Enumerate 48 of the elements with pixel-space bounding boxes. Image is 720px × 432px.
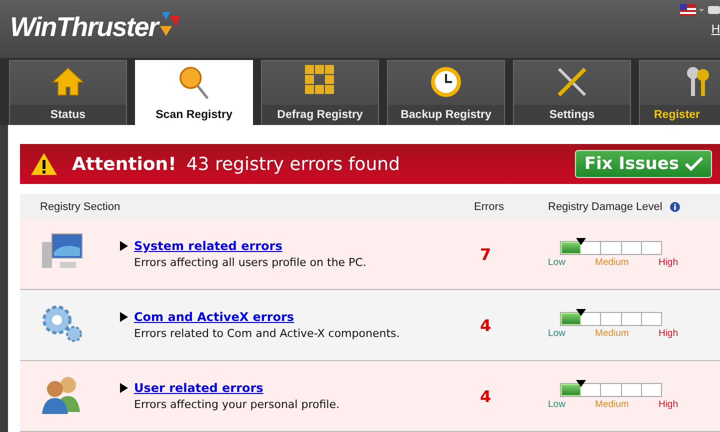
error-count: 7 (479, 244, 492, 264)
pointer-icon (576, 238, 586, 244)
scale-label: High (658, 256, 678, 268)
alert-message: 43 registry errors found (186, 154, 401, 174)
column-header: Errors (473, 200, 505, 212)
nav-tab[interactable]: Backup Registry (387, 60, 505, 125)
error-count: 4 (479, 386, 492, 406)
column-header: Registry Damage Level (548, 200, 662, 212)
pointer-icon (576, 380, 586, 386)
expand-arrow-icon[interactable] (120, 241, 128, 251)
scale-label: High (658, 328, 678, 338)
magnifier-icon (177, 64, 211, 101)
scale-label: Low (548, 328, 566, 338)
scale-label: Low (548, 398, 566, 410)
expand-arrow-icon[interactable] (120, 312, 128, 322)
clock-icon (429, 64, 463, 99)
scale-label: Medium (595, 328, 629, 338)
pointer-icon (576, 308, 586, 316)
nav-tab[interactable]: Defrag Registry (261, 60, 379, 125)
section-link[interactable]: System related errors (134, 239, 282, 253)
help-link[interactable]: H (711, 22, 720, 36)
section-description: Errors affecting your personal profile. (133, 398, 340, 411)
nav-tab[interactable]: Register (639, 60, 720, 125)
expand-arrow-icon[interactable] (120, 383, 128, 393)
app-logo: WinThruster (10, 12, 158, 43)
section-description: Errors affecting all users profile on the PC. (133, 256, 368, 269)
tools-icon (555, 64, 589, 99)
scale-label: Medium (595, 398, 629, 410)
scale-label: High (658, 398, 678, 410)
warning-icon (30, 152, 58, 176)
blocks-icon (305, 64, 335, 95)
fix-issues-button[interactable]: Fix Issues (575, 150, 712, 178)
scale-label: Medium (595, 256, 629, 268)
house-icon (51, 64, 85, 97)
alert-title: Attention! (72, 154, 176, 174)
nav-tab[interactable]: Scan Registry (135, 60, 253, 125)
column-header: Registry Section (39, 200, 122, 212)
info-icon[interactable] (670, 202, 680, 212)
scale-label: Low (548, 256, 566, 268)
error-count: 4 (479, 316, 492, 334)
section-link[interactable]: User related errors (134, 381, 264, 395)
nav-tab[interactable]: Settings (513, 60, 631, 125)
gears-icon (40, 303, 84, 343)
section-link[interactable]: Com and ActiveX errors (134, 310, 294, 324)
nav-tab[interactable]: Status (9, 60, 127, 125)
section-description: Errors related to Com and Active-X components. (133, 327, 401, 340)
check-icon (685, 157, 703, 171)
flag-icon[interactable] (680, 4, 720, 16)
